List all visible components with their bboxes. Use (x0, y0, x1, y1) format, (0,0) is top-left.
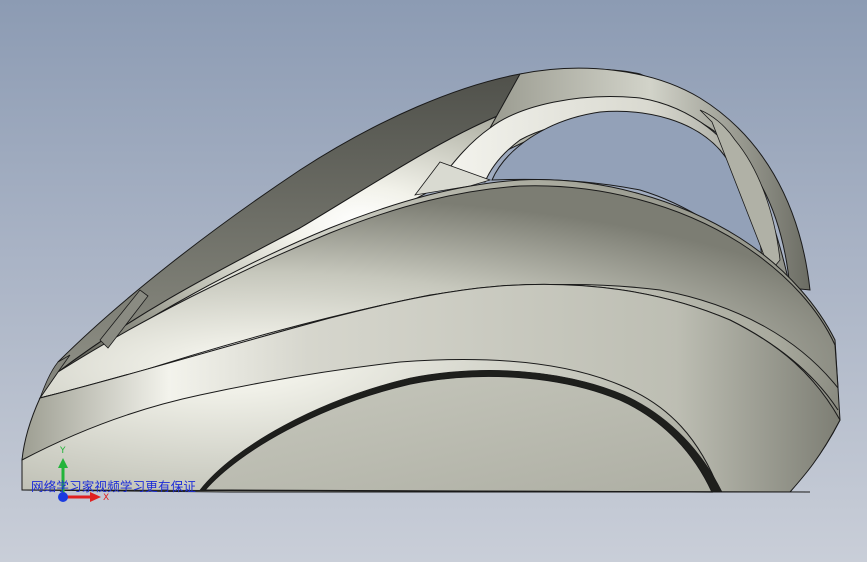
graphics-viewport[interactable]: Y X 网络学习家视频学习更有保证 (0, 0, 867, 562)
mouse-shell-model[interactable] (0, 0, 867, 562)
watermark-text: 网络学习家视频学习更有保证 (31, 479, 197, 494)
